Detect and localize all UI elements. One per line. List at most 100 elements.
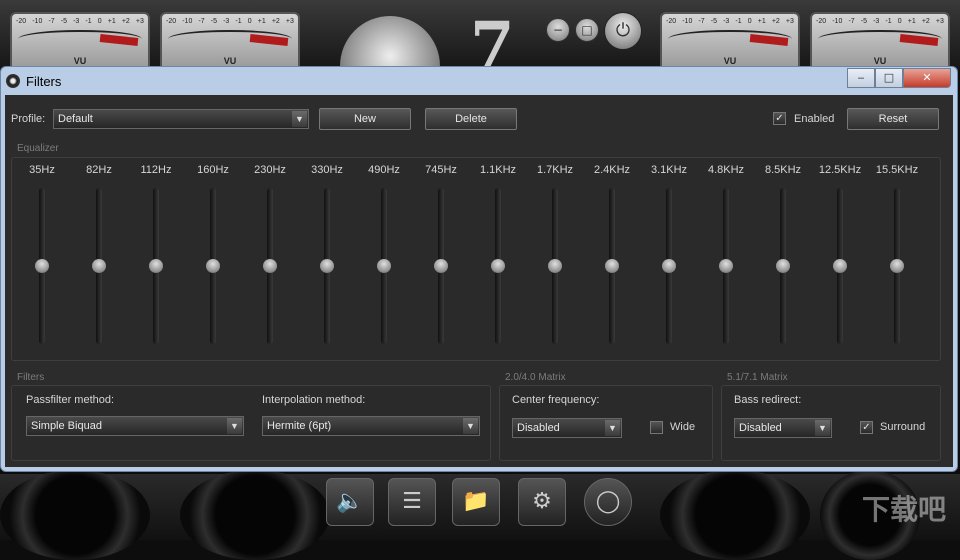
eq-band: 1.1KHz [470,158,526,358]
eq-slider-thumb[interactable] [491,259,505,273]
dialog-client: Profile: Default ▼ New Delete ✓ Enabled … [5,95,953,467]
eq-slider-thumb[interactable] [35,259,49,273]
new-button[interactable]: New [319,108,411,130]
eq-band: 12.5KHz [812,158,868,358]
eq-slider-thumb[interactable] [662,259,676,273]
filters-dialog: Filters ‒ □ ✕ Profile: Default ▼ New Del… [0,66,958,472]
eq-slider-thumb[interactable] [206,259,220,273]
eq-band: 490Hz [356,158,412,358]
matrix-5-7-title: 5.1/7.1 Matrix [727,372,788,383]
eq-slider-thumb[interactable] [377,259,391,273]
eq-band-label: 230Hz [254,164,286,176]
vu-scale: -20 -10 -7 -5 -3 -1 0 +1 +2 +3 [816,18,944,25]
profile-dropdown[interactable]: Default ▼ [53,109,309,129]
watermark: 下载吧 [861,493,946,526]
interpolation-dropdown[interactable]: Hermite (6pt) ▼ [262,416,480,436]
interpolation-label: Interpolation method: [262,394,366,406]
center-frequency-label: Center frequency: [512,394,600,406]
equalizer-title: Equalizer [17,143,59,154]
enabled-checkbox[interactable]: ✓ [773,112,786,125]
interpolation-value: Hermite (6pt) [267,420,332,432]
eq-band: 82Hz [71,158,127,358]
app-icon [6,74,20,88]
player-restore-button[interactable]: □ [575,18,599,42]
eq-band-label: 160Hz [197,164,229,176]
eq-band: 112Hz [128,158,184,358]
chevron-down-icon: ▼ [815,420,830,436]
eq-slider-thumb[interactable] [776,259,790,273]
eq-band: 4.8KHz [698,158,754,358]
eq-slider-thumb[interactable] [548,259,562,273]
eq-band: 330Hz [299,158,355,358]
eq-band-label: 112Hz [140,164,172,176]
minimize-button[interactable]: ‒ [847,68,875,88]
bass-redirect-dropdown[interactable]: Disabled ▼ [734,418,832,438]
vu-meter-4: -20 -10 -7 -5 -3 -1 0 +1 +2 +3 VU [810,12,950,70]
check-icon: ✓ [775,113,784,124]
eq-band: 35Hz [14,158,70,358]
eq-band-label: 15.5KHz [875,164,919,176]
vu-label: VU [723,56,737,66]
chevron-down-icon: ▼ [463,418,478,434]
eq-band-label: 1.1KHz [479,164,517,176]
eq-band-label: 490Hz [368,164,400,176]
surround-checkbox[interactable]: ✓ [860,421,873,434]
speaker-graphic [0,470,150,560]
vu-meter-2: -20 -10 -7 -5 -3 -1 0 +1 +2 +3 VU [160,12,300,70]
maximize-button[interactable]: □ [875,68,903,88]
passfilter-dropdown[interactable]: Simple Biquad ▼ [26,416,244,436]
chevron-down-icon: ▼ [227,418,242,434]
vu-scale: -20 -10 -7 -5 -3 -1 0 +1 +2 +3 [16,18,144,25]
matrix-2-4-title: 2.0/4.0 Matrix [505,372,566,383]
eq-band: 3.1KHz [641,158,697,358]
filters-title: Filters [17,372,45,383]
equalizer-panel: 35Hz 82Hz 112Hz 160Hz 230Hz 330Hz 490Hz 745Hz 1.… [11,157,941,361]
center-frequency-dropdown[interactable]: Disabled ▼ [512,418,622,438]
eq-slider-thumb[interactable] [833,259,847,273]
matrix-2-4-panel: Center frequency: Disabled ▼ Wide [499,385,713,461]
profile-value: Default [58,113,93,125]
speaker-graphic [180,470,330,560]
eq-band: 2.4KHz [584,158,640,358]
vu-scale: -20 -10 -7 -5 -3 -1 0 +1 +2 +3 [166,18,294,25]
dialog-titlebar[interactable]: Filters ‒ □ ✕ [1,67,957,95]
close-button[interactable]: ✕ [903,68,951,88]
filters-panel: Passfilter method: Simple Biquad ▼ Inter… [11,385,491,461]
bass-redirect-label: Bass redirect: [734,394,802,406]
power-icon[interactable]: ⏻ [604,12,642,50]
eq-band: 160Hz [185,158,241,358]
player-minimize-button[interactable]: − [546,18,570,42]
mixer-icon[interactable]: ☰ [388,478,436,526]
eq-band-label: 1.7KHz [536,164,574,176]
eq-slider-thumb[interactable] [263,259,277,273]
folder-icon[interactable]: 📁 [452,478,500,526]
eq-band-label: 4.8KHz [707,164,745,176]
eq-slider-thumb[interactable] [890,259,904,273]
passfilter-value: Simple Biquad [31,420,102,432]
chevron-down-icon: ▼ [292,111,307,127]
vu-label: VU [223,56,237,66]
check-icon: ✓ [862,422,871,433]
eq-band: 1.7KHz [527,158,583,358]
surround-label: Surround [880,421,926,433]
eq-band-label: 12.5KHz [818,164,862,176]
eq-slider-thumb[interactable] [719,259,733,273]
eq-slider-thumb[interactable] [434,259,448,273]
eq-band-label: 2.4KHz [593,164,631,176]
eq-slider-thumb[interactable] [605,259,619,273]
eq-slider-thumb[interactable] [92,259,106,273]
vu-scale: -20 -10 -7 -5 -3 -1 0 +1 +2 +3 [666,18,794,25]
eq-band-label: 745Hz [425,164,457,176]
wide-checkbox[interactable] [650,421,663,434]
reset-button[interactable]: Reset [847,108,939,130]
dial-icon[interactable]: ◯ [584,478,632,526]
speaker-icon[interactable]: 🔈 [326,478,374,526]
eq-band: 15.5KHz [869,158,925,358]
settings-icon[interactable]: ⚙ [518,478,566,526]
eq-slider-thumb[interactable] [149,259,163,273]
eq-band-label: 35Hz [29,164,55,176]
vu-meter-1: -20 -10 -7 -5 -3 -1 0 +1 +2 +3 VU [10,12,150,70]
eq-slider-thumb[interactable] [320,259,334,273]
delete-button[interactable]: Delete [425,108,517,130]
passfilter-label: Passfilter method: [26,394,115,406]
